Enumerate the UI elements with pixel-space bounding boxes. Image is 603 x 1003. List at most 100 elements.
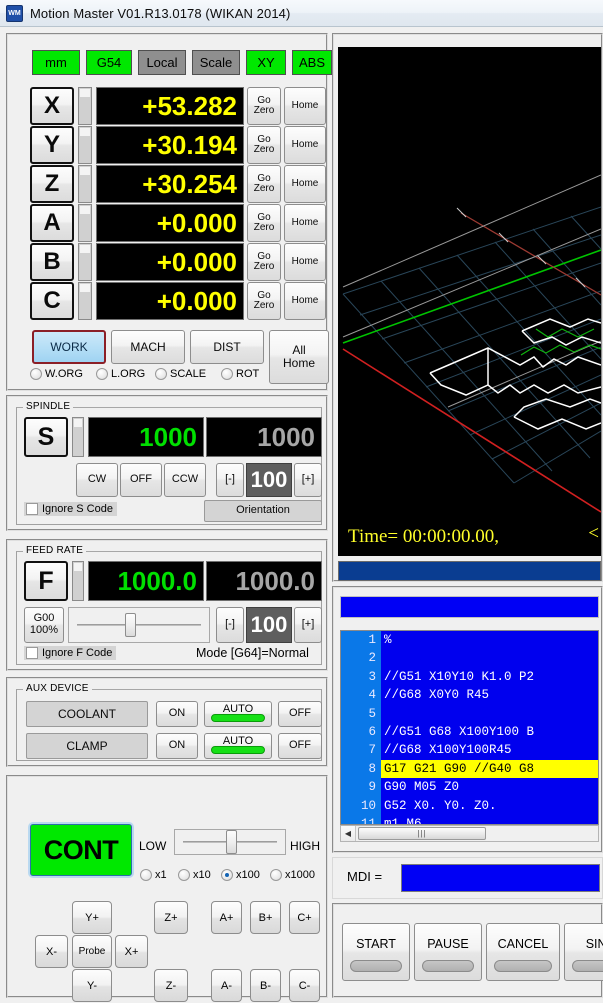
rapid-override-button[interactable]: G00 100% [24,607,64,643]
axis-select-c[interactable]: C [30,282,74,320]
jog-a-minus[interactable]: A- [211,969,242,1002]
jog-speed-slider[interactable] [174,829,286,855]
feed-letter-button[interactable]: F [24,561,68,601]
spindle-ccw-button[interactable]: CCW [164,463,206,497]
go-zero-b[interactable]: Go Zero [247,243,281,281]
jog-x-minus[interactable]: X- [35,935,68,968]
jog-step-x1[interactable]: x1 [140,869,167,881]
chip-local[interactable]: Local [138,50,186,75]
clamp-label-button[interactable]: CLAMP [26,733,148,759]
jog-x-plus[interactable]: X+ [115,935,148,968]
gcode-line[interactable]: //G68 X0Y0 R45 [381,686,598,704]
spindle-orientation-button[interactable]: Orientation [204,500,322,522]
chip-abs[interactable]: ABS [292,50,332,75]
axis-select-x[interactable]: X [30,87,74,125]
jog-a-plus[interactable]: A+ [211,901,242,934]
go-zero-a[interactable]: Go Zero [247,204,281,242]
jog-z-minus[interactable]: Z- [154,969,188,1002]
jog-c-plus[interactable]: C+ [289,901,320,934]
gcode-line[interactable]: G90 M05 Z0 [381,778,598,796]
coolant-on-button[interactable]: ON [156,701,198,727]
jog-mode-button[interactable]: CONT [30,824,132,876]
viewport-next-chevron-icon[interactable]: < [588,523,599,545]
gcode-line[interactable]: //G51 X10Y10 K1.0 P2 [381,668,598,686]
jog-step-x100[interactable]: x100 [221,869,260,881]
feed-override-plus[interactable]: [+] [294,607,322,643]
chip-scale[interactable]: Scale [192,50,240,75]
toolpath-viewport[interactable]: Time= 00:00:00.00, < [338,47,601,556]
gcode-editor[interactable]: 1 2 3 4 5 6 7 8 9 10 11 % //G51 X10Y10 K… [340,630,599,825]
all-home-button[interactable]: All Home [269,330,329,384]
home-c[interactable]: Home [284,282,326,320]
flag-rot[interactable]: ROT [221,368,259,380]
gcode-line[interactable] [381,649,598,667]
go-zero-x[interactable]: Go Zero [247,87,281,125]
chip-units[interactable]: mm [32,50,80,75]
home-b[interactable]: Home [284,243,326,281]
ignore-s-code-checkbox[interactable]: Ignore S Code [24,502,117,516]
spindle-cw-button[interactable]: CW [76,463,118,497]
home-y[interactable]: Home [284,126,326,164]
gcode-line[interactable]: //G51 G68 X100Y100 B [381,723,598,741]
jog-step-x1000[interactable]: x1000 [270,869,315,881]
gcode-horizontal-scrollbar[interactable]: ◀ ||| [340,825,599,842]
ignore-f-code-checkbox[interactable]: Ignore F Code [24,646,117,660]
mode-work-button[interactable]: WORK [32,330,106,364]
clamp-auto-button[interactable]: AUTO [204,733,272,759]
gcode-text-area[interactable]: % //G51 X10Y10 K1.0 P2 //G68 X0Y0 R45 //… [381,631,598,824]
gcode-line[interactable]: G52 X0. Y0. Z0. [381,797,598,815]
start-button[interactable]: START [342,923,410,981]
feed-override-slider[interactable] [68,607,210,643]
flag-lorg[interactable]: L.ORG [96,368,145,380]
home-x[interactable]: Home [284,87,326,125]
single-block-button[interactable]: SING [564,923,603,981]
axis-select-y[interactable]: Y [30,126,74,164]
scroll-left-arrow-icon[interactable]: ◀ [341,826,356,841]
coolant-off-button[interactable]: OFF [278,701,322,727]
go-zero-y[interactable]: Go Zero [247,126,281,164]
axis-select-z[interactable]: Z [30,165,74,203]
spindle-override-minus[interactable]: [-] [216,463,244,497]
chip-workoffset[interactable]: G54 [86,50,132,75]
go-zero-c[interactable]: Go Zero [247,282,281,320]
mdi-input[interactable] [401,864,600,892]
jog-y-plus[interactable]: Y+ [72,901,112,934]
jog-c-minus[interactable]: C- [289,969,320,1002]
clamp-on-button[interactable]: ON [156,733,198,759]
viewport-time-label: Time= 00:00:00.00, [348,526,499,547]
spindle-off-button[interactable]: OFF [120,463,162,497]
home-z[interactable]: Home [284,165,326,203]
viewport-frame: Time= 00:00:00.00, < [332,33,603,582]
axis-select-b[interactable]: B [30,243,74,281]
spindle-override-plus[interactable]: [+] [294,463,322,497]
feed-slider-thumb[interactable] [125,613,137,637]
go-zero-z[interactable]: Go Zero [247,165,281,203]
gcode-line[interactable]: //G68 X100Y100R45 [381,741,598,759]
feed-override-minus[interactable]: [-] [216,607,244,643]
gcode-line[interactable] [381,705,598,723]
jog-z-plus[interactable]: Z+ [154,901,188,934]
jog-step-x10[interactable]: x10 [178,869,211,881]
coolant-label-button[interactable]: COOLANT [26,701,148,727]
coolant-auto-button[interactable]: AUTO [204,701,272,727]
spindle-letter-button[interactable]: S [24,417,68,457]
clamp-off-button[interactable]: OFF [278,733,322,759]
jog-b-plus[interactable]: B+ [250,901,281,934]
jog-y-minus[interactable]: Y- [72,969,112,1002]
gcode-line-current[interactable]: G17 G21 G90 //G40 G8 [381,759,598,779]
flag-scale[interactable]: SCALE [155,368,206,380]
axis-select-a[interactable]: A [30,204,74,242]
home-a[interactable]: Home [284,204,326,242]
pause-button[interactable]: PAUSE [414,923,482,981]
jog-probe[interactable]: Probe [72,935,112,968]
jog-b-minus[interactable]: B- [250,969,281,1002]
cancel-button[interactable]: CANCEL [486,923,560,981]
scroll-thumb[interactable]: ||| [358,827,486,840]
gcode-line[interactable]: % [381,631,598,649]
chip-plane[interactable]: XY [246,50,286,75]
flag-worg[interactable]: W.ORG [30,368,83,380]
gcode-line[interactable]: m1 M6 [381,815,598,824]
mode-mach-button[interactable]: MACH [111,330,185,364]
jog-slider-thumb[interactable] [225,830,237,854]
mode-dist-button[interactable]: DIST [190,330,264,364]
